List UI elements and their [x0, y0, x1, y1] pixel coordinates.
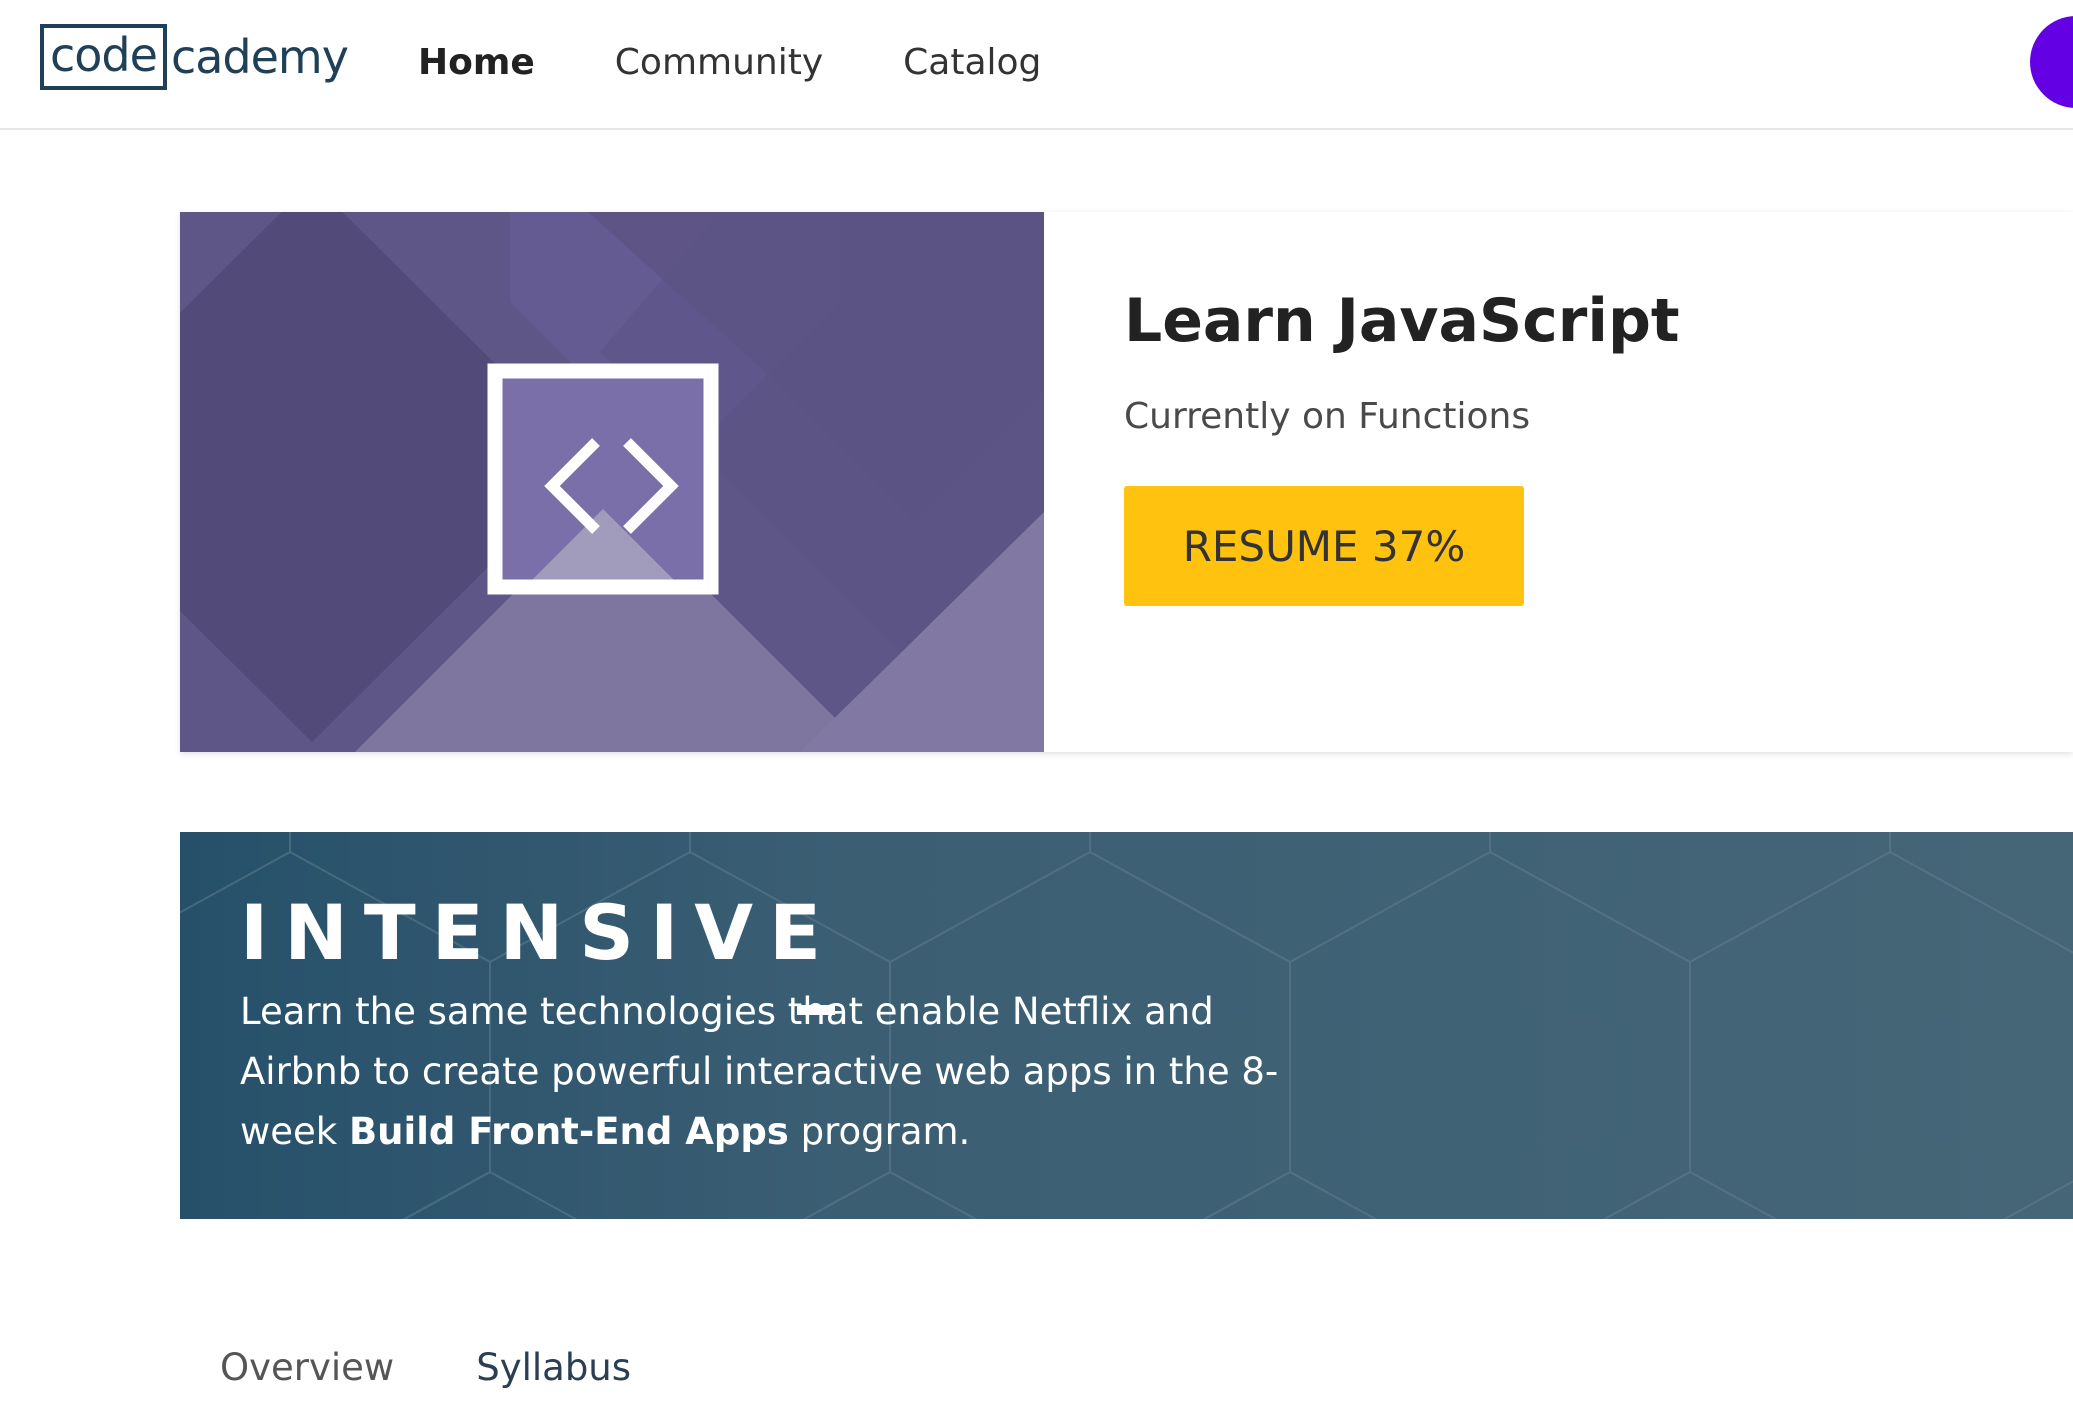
course-title: Learn JavaScript [1124, 286, 1680, 356]
codecademy-logo[interactable]: code cademy [40, 24, 349, 90]
course-artwork [180, 212, 1044, 752]
nav-catalog[interactable]: Catalog [903, 42, 1041, 83]
intensive-banner[interactable]: INTENSIVE Learn the same technologies th… [180, 832, 2073, 1219]
nav-community[interactable]: Community [615, 42, 823, 83]
intensive-program-name[interactable]: Build Front-End Apps [349, 1110, 789, 1153]
user-avatar[interactable] [2030, 16, 2073, 108]
course-tabs: Overview Syllabus [220, 1346, 713, 1389]
nav-home[interactable]: Home [418, 42, 535, 83]
intensive-text-outro: program. [788, 1110, 971, 1153]
main-nav: Home Community Catalog [418, 0, 1121, 124]
intensive-logo-text: INTENSIVE [240, 888, 837, 977]
course-card: Learn JavaScript Currently on Functions … [180, 212, 2073, 752]
logo-cademy-text: cademy [170, 30, 349, 84]
intensive-description: Learn the same technologies that enable … [240, 982, 1280, 1162]
logo-code-box: code [40, 24, 167, 90]
course-artwork-graphic [180, 212, 1044, 752]
course-current-lesson: Currently on Functions [1124, 396, 1531, 437]
resume-button[interactable]: RESUME 37% [1124, 486, 1524, 606]
intensive-logo: INTENSIVE [240, 888, 837, 1015]
top-navigation-bar: code cademy Home Community Catalog [0, 0, 2073, 130]
tab-overview[interactable]: Overview [220, 1346, 394, 1389]
tab-syllabus[interactable]: Syllabus [476, 1346, 631, 1389]
